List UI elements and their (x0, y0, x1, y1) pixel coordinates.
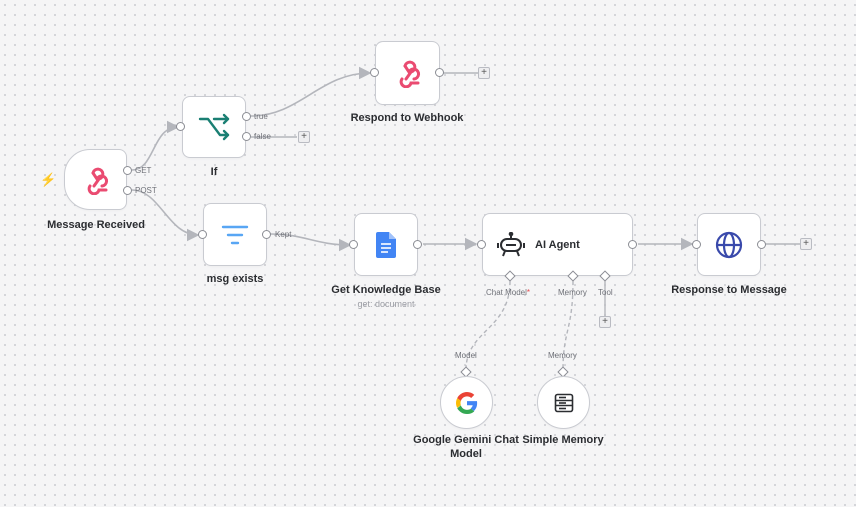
node-message-received[interactable] (64, 149, 127, 210)
node-msg-exists[interactable] (203, 203, 267, 266)
node-sublabel-get-knowledge-base: get: document (357, 299, 415, 309)
robot-icon (497, 231, 525, 256)
google-icon (455, 391, 477, 414)
node-label-ai-agent: AI Agent (535, 239, 580, 251)
webhook-icon (399, 60, 420, 88)
port-label-memory-in: Memory (548, 351, 577, 360)
port-label-kept: Kept (275, 230, 292, 239)
output-handle-response[interactable] (757, 240, 766, 249)
output-handle-kb[interactable] (413, 240, 422, 249)
wire-get-to-if (131, 120, 180, 171)
globe-icon (715, 231, 743, 258)
input-handle-respond[interactable] (370, 68, 379, 77)
port-label-memory: Memory (558, 288, 587, 297)
output-handle-get[interactable] (123, 166, 132, 175)
port-label-false: false (254, 132, 271, 141)
port-label-get: GET (135, 166, 152, 175)
output-handle-agent[interactable] (628, 240, 637, 249)
output-handle-false[interactable] (242, 132, 251, 141)
output-handle-post[interactable] (123, 186, 132, 195)
input-handle-msg-exists[interactable] (198, 230, 207, 239)
input-handle-agent[interactable] (477, 240, 486, 249)
node-label-simple-memory: Simple Memory (522, 434, 604, 446)
port-label-model-in: Model (455, 351, 477, 360)
port-label-tool: Tool (598, 288, 613, 297)
trigger-bolt-icon: ⚡ (40, 172, 57, 187)
node-label-respond-to-webhook: Respond to Webhook (350, 112, 464, 124)
node-simple-memory[interactable] (537, 376, 590, 429)
node-respond-to-webhook[interactable] (375, 41, 440, 105)
node-label-google-gemini: Google Gemini Chat Model (413, 434, 519, 460)
input-handle-response[interactable] (692, 240, 701, 249)
node-label-get-knowledge-base: Get Knowledge Base (331, 284, 441, 296)
node-response-to-message[interactable] (697, 213, 761, 276)
add-node-response-button[interactable]: + (800, 238, 812, 250)
add-tool-button[interactable]: + (599, 316, 611, 328)
output-handle-respond[interactable] (435, 68, 444, 77)
output-handle-kept[interactable] (262, 230, 271, 239)
port-label-true: true (254, 112, 268, 121)
node-label-msg-exists: msg exists (206, 273, 264, 285)
port-label-post: POST (135, 186, 157, 195)
input-handle-if[interactable] (176, 122, 185, 131)
google-docs-icon (376, 231, 396, 258)
node-get-knowledge-base[interactable] (354, 213, 418, 276)
branch-icon (198, 113, 230, 141)
output-handle-true[interactable] (242, 112, 251, 121)
add-node-respond-button[interactable]: + (478, 67, 490, 79)
node-label-response-to-message: Response to Message (671, 284, 787, 296)
database-icon (554, 393, 573, 412)
node-google-gemini-chat-model[interactable] (440, 376, 493, 429)
webhook-icon (87, 167, 108, 195)
port-label-chat-model: Chat Model* (486, 288, 531, 297)
wire-true-to-respond (250, 66, 372, 117)
input-handle-kb[interactable] (349, 240, 358, 249)
add-node-false-button[interactable]: + (298, 131, 310, 143)
node-label-message-received: Message Received (47, 219, 145, 231)
node-label-if: If (210, 166, 218, 178)
filter-icon (221, 225, 249, 244)
node-if[interactable] (182, 96, 246, 158)
